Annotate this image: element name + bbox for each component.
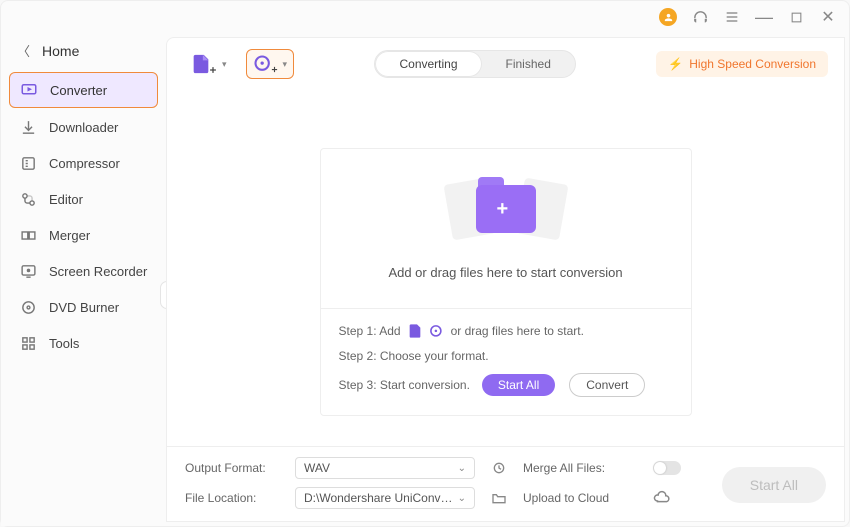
steps: Step 1: Add or drag files here to start.… — [321, 308, 691, 415]
dropzone[interactable]: + Add or drag files here to start conver… — [320, 148, 692, 416]
sidebar-item-editor[interactable]: Editor — [9, 182, 158, 216]
step2-text: Step 2: Choose your format. — [339, 349, 489, 363]
sidebar-item-downloader[interactable]: Downloader — [9, 110, 158, 144]
file-location-label: File Location: — [185, 491, 285, 505]
toolbar: ▾ ▾ Converting Finished ⚡ High Speed Con… — [167, 38, 844, 90]
sidebar-item-label: Screen Recorder — [49, 264, 147, 279]
sidebar-item-label: Converter — [50, 83, 107, 98]
app-window: — ✕ 〈 Home Converter Downloader — [0, 0, 850, 527]
tools-icon — [19, 334, 37, 352]
titlebar: — ✕ — [1, 1, 849, 33]
add-file-mini-icon[interactable] — [407, 323, 423, 339]
minimize-icon[interactable]: — — [755, 8, 773, 26]
merger-icon — [19, 226, 37, 244]
step1-text-a: Step 1: Add — [339, 324, 401, 338]
compressor-icon — [19, 154, 37, 172]
dvd-burner-icon — [19, 298, 37, 316]
sidebar-item-label: Merger — [49, 228, 90, 243]
output-format-label: Output Format: — [185, 461, 285, 475]
sidebar-item-converter[interactable]: Converter — [9, 72, 158, 108]
convert-mini-button[interactable]: Convert — [569, 373, 645, 397]
home-label: Home — [42, 43, 79, 59]
tab-finished[interactable]: Finished — [482, 51, 575, 77]
step-1: Step 1: Add or drag files here to start. — [339, 323, 673, 339]
start-all-mini-button[interactable]: Start All — [482, 374, 555, 396]
sidebar-item-label: Editor — [49, 192, 83, 207]
output-settings-icon[interactable] — [485, 460, 513, 476]
screen-recorder-icon — [19, 262, 37, 280]
chevron-down-icon: ▾ — [283, 59, 288, 70]
editor-icon — [19, 190, 37, 208]
content-area: + Add or drag files here to start conver… — [167, 90, 844, 446]
step3-text: Step 3: Start conversion. — [339, 378, 470, 392]
high-speed-label: High Speed Conversion — [689, 57, 816, 71]
sidebar-item-compressor[interactable]: Compressor — [9, 146, 158, 180]
upload-cloud-label: Upload to Cloud — [523, 491, 643, 505]
chevron-left-icon: 〈 — [17, 41, 30, 60]
body: 〈 Home Converter Downloader Compress — [1, 33, 849, 526]
home-nav[interactable]: 〈 Home — [9, 37, 158, 72]
add-dvd-button[interactable]: ▾ — [246, 49, 295, 79]
downloader-icon — [19, 118, 37, 136]
sidebar-item-dvd-burner[interactable]: DVD Burner — [9, 290, 158, 324]
sidebar-item-merger[interactable]: Merger — [9, 218, 158, 252]
add-file-button[interactable]: ▾ — [183, 48, 234, 80]
output-format-value: WAV — [304, 461, 330, 475]
step-2: Step 2: Choose your format. — [339, 349, 673, 363]
status-tabs: Converting Finished — [374, 50, 575, 78]
folder-illustration: + — [446, 167, 566, 247]
file-location-select[interactable]: D:\Wondershare UniConverter 1 ⌄ — [295, 487, 475, 509]
sidebar-item-tools[interactable]: Tools — [9, 326, 158, 360]
main-panel: ▾ ▾ Converting Finished ⚡ High Speed Con… — [166, 37, 845, 522]
plus-icon: + — [497, 198, 509, 221]
cloud-icon[interactable] — [653, 489, 713, 507]
lightning-icon: ⚡ — [668, 57, 683, 71]
sidebar: 〈 Home Converter Downloader Compress — [1, 33, 166, 526]
step1-text-b: or drag files here to start. — [451, 324, 584, 338]
open-folder-icon[interactable] — [485, 490, 513, 506]
merge-label: Merge All Files: — [523, 461, 643, 475]
step-3: Step 3: Start conversion. Start All Conv… — [339, 373, 673, 397]
add-dvd-mini-icon[interactable] — [429, 323, 445, 339]
menu-icon[interactable] — [723, 8, 741, 26]
maximize-icon[interactable] — [787, 8, 805, 26]
file-location-value: D:\Wondershare UniConverter 1 — [304, 491, 454, 505]
sidebar-item-label: DVD Burner — [49, 300, 119, 315]
sidebar-item-label: Compressor — [49, 156, 120, 171]
sidebar-item-label: Tools — [49, 336, 79, 351]
sidebar-item-label: Downloader — [49, 120, 118, 135]
high-speed-conversion-button[interactable]: ⚡ High Speed Conversion — [656, 51, 828, 77]
output-format-select[interactable]: WAV ⌄ — [295, 457, 475, 479]
start-all-button[interactable]: Start All — [722, 467, 826, 503]
dropzone-top: + Add or drag files here to start conver… — [321, 149, 691, 308]
dropzone-title: Add or drag files here to start conversi… — [331, 265, 681, 280]
converter-icon — [20, 81, 38, 99]
chevron-down-icon: ▾ — [222, 59, 227, 70]
tab-converting[interactable]: Converting — [375, 51, 481, 77]
chevron-down-icon: ⌄ — [458, 463, 466, 474]
merge-toggle[interactable] — [653, 461, 681, 475]
chevron-down-icon: ⌄ — [458, 493, 466, 504]
user-avatar-icon[interactable] — [659, 8, 677, 26]
headset-icon[interactable] — [691, 8, 709, 26]
sidebar-item-screen-recorder[interactable]: Screen Recorder — [9, 254, 158, 288]
close-icon[interactable]: ✕ — [819, 8, 837, 26]
